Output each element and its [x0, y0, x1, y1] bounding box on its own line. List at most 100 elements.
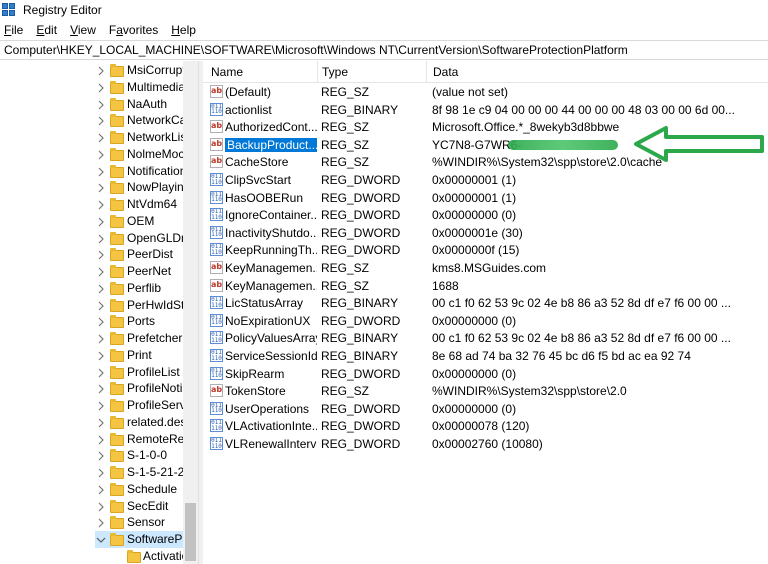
value-row[interactable]: ab KeyManagemen... REG_SZ kms8.MSGuides.com	[203, 259, 768, 277]
tree-item[interactable]: Perflib	[0, 280, 183, 297]
chevron-right-icon[interactable]	[96, 435, 106, 445]
chevron-right-icon[interactable]	[96, 250, 106, 260]
value-name-text: actionlist	[225, 102, 272, 117]
tree-item[interactable]: PerHwIdSto	[0, 297, 191, 314]
value-data: 0x00002760 (10080)	[432, 437, 543, 451]
value-row[interactable]: 011 110 HasOOBERun REG_DWORD 0x00000001 (1)	[203, 189, 768, 207]
chevron-right-icon[interactable]	[96, 234, 106, 244]
menu-view[interactable]: View	[70, 23, 96, 37]
value-row[interactable]: 011 110 SkipRearm REG_DWORD 0x00000000 (0)	[203, 365, 768, 383]
chevron-right-icon[interactable]	[96, 518, 106, 528]
value-row[interactable]: 011 110 LicStatusArray REG_BINARY 00 c1 f0 …	[203, 294, 768, 312]
chevron-right-icon[interactable]	[96, 217, 106, 227]
chevron-right-icon[interactable]	[96, 418, 106, 428]
address-bar[interactable]: Computer\HKEY_LOCAL_MACHINE\SOFTWARE\Mic…	[0, 40, 768, 60]
chevron-right-icon[interactable]	[96, 401, 106, 411]
value-row[interactable]: ab KeyManagemen... REG_SZ 1688	[203, 277, 768, 295]
tree-item[interactable]: PeerDist	[0, 246, 183, 263]
tree-item[interactable]: ProfileServi	[0, 397, 188, 414]
chevron-right-icon[interactable]	[96, 267, 106, 277]
menu-help[interactable]: Help	[171, 23, 196, 37]
chevron-right-icon[interactable]	[96, 133, 106, 143]
menu-file[interactable]: File	[4, 23, 23, 37]
column-divider[interactable]	[426, 61, 427, 83]
value-name-text: ClipSvcStart	[225, 173, 292, 187]
tree-item[interactable]: SecEdit	[0, 498, 183, 515]
chevron-right-icon[interactable]	[96, 200, 106, 210]
tree-item-label: Notification	[127, 163, 187, 178]
chevron-right-icon[interactable]	[96, 384, 106, 394]
column-header-type[interactable]: Type	[322, 65, 348, 79]
tree-item[interactable]: Sensor	[0, 514, 183, 531]
tree-item[interactable]: NetworkCa	[0, 112, 186, 129]
chevron-right-icon[interactable]	[96, 468, 106, 478]
value-row[interactable]: ab (Default) REG_SZ (value not set)	[203, 83, 768, 101]
chevron-right-icon[interactable]	[96, 167, 106, 177]
tree-item[interactable]: RemoteReg	[0, 431, 191, 448]
chevron-right-icon[interactable]	[96, 368, 106, 378]
chevron-right-icon[interactable]	[96, 317, 106, 327]
chevron-right-icon[interactable]	[96, 150, 106, 160]
value-row[interactable]: 011 110 VLActivationInte... REG_DWORD 0x000…	[203, 417, 768, 435]
value-row[interactable]: 011 110 IgnoreContainer... REG_DWORD 0x0000…	[203, 206, 768, 224]
menu-edit[interactable]: Edit	[36, 23, 57, 37]
folder-icon	[110, 164, 124, 178]
chevron-right-icon[interactable]	[96, 334, 106, 344]
chevron-right-icon[interactable]	[96, 66, 106, 76]
chevron-right-icon[interactable]	[96, 100, 106, 110]
tree-item[interactable]: Schedule	[0, 481, 183, 498]
tree-item[interactable]: NtVdm64	[0, 196, 183, 213]
tree-item[interactable]: NetworkLis	[0, 129, 186, 146]
column-header-data[interactable]: Data	[433, 65, 458, 79]
tree-item[interactable]: NowPlaying	[0, 179, 190, 196]
tree-item[interactable]: ProfileList	[0, 364, 183, 381]
tree-item[interactable]: PeerNet	[0, 263, 183, 280]
binary-value-icon: 011 110	[210, 331, 223, 345]
tree-item[interactable]: NolmeMoc	[0, 146, 184, 163]
value-row[interactable]: 011 110 ServiceSessionId REG_BINARY 8e 68 a…	[203, 347, 768, 365]
tree-item[interactable]: OEM	[0, 213, 183, 230]
tree-item[interactable]: MsiCorrupt	[0, 62, 186, 79]
value-row[interactable]: 011 110 InactivityShutdo... REG_DWORD 0x000…	[203, 224, 768, 242]
chevron-right-icon[interactable]	[96, 502, 106, 512]
value-row[interactable]: 011 110 ClipSvcStart REG_DWORD 0x00000001 (…	[203, 171, 768, 189]
tree-item[interactable]: Notification	[0, 163, 187, 180]
chevron-right-icon[interactable]	[96, 116, 106, 126]
column-divider[interactable]	[317, 61, 318, 83]
chevron-right-icon[interactable]	[96, 83, 106, 93]
tree-item[interactable]: S-1-0-0	[0, 447, 183, 464]
binary-value-icon: 011 110	[210, 313, 223, 327]
tree-item[interactable]: Prefetcher	[0, 330, 183, 347]
tree-item[interactable]: S-1-5-21-22	[0, 464, 191, 481]
chevron-right-icon[interactable]	[96, 485, 106, 495]
chevron-right-icon[interactable]	[96, 451, 106, 461]
column-header-name[interactable]: Name	[211, 65, 243, 79]
chevron-right-icon[interactable]	[96, 284, 106, 294]
chevron-right-icon[interactable]	[96, 351, 106, 361]
value-row[interactable]: 011 110 NoExpirationUX REG_DWORD 0x00000000…	[203, 312, 768, 330]
menu-favorites[interactable]: Favorites	[109, 23, 158, 37]
chevron-down-icon[interactable]	[96, 535, 106, 545]
tree-item[interactable]: Print	[0, 347, 183, 364]
value-row[interactable]: 011 110 actionlist REG_BINARY 8f 98 1e c9 0…	[203, 101, 768, 119]
chevron-right-icon[interactable]	[96, 183, 106, 193]
value-name: VLRenewalInterval	[225, 437, 317, 451]
tree-item[interactable]: SoftwarePr	[95, 531, 186, 548]
value-row[interactable]: 011 110 UserOperations REG_DWORD 0x00000000…	[203, 400, 768, 418]
tree-item[interactable]: related.desc	[0, 414, 192, 431]
tree-item[interactable]: OpenGLDri	[0, 230, 188, 247]
tree-item[interactable]: Activatio	[0, 548, 188, 564]
annotation-arrow-icon	[634, 126, 764, 162]
chevron-right-icon[interactable]	[96, 301, 106, 311]
value-row[interactable]: ab TokenStore REG_SZ %WINDIR%\System32\spp\…	[203, 382, 768, 400]
value-row[interactable]: 011 110 KeepRunningTh... REG_DWORD 0x000000…	[203, 241, 768, 259]
tree-scrollbar[interactable]	[183, 61, 198, 564]
value-row[interactable]: 011 110 VLRenewalInterval REG_DWORD 0x00002…	[203, 435, 768, 453]
tree-item[interactable]: ProfileNoti	[0, 380, 183, 397]
value-row[interactable]: 011 110 PolicyValuesArray REG_BINARY 00 c1 …	[203, 329, 768, 347]
tree-item[interactable]: Multimedia	[0, 79, 185, 96]
tree-item[interactable]: Ports	[0, 313, 183, 330]
address-path: Computer\HKEY_LOCAL_MACHINE\SOFTWARE\Mic…	[4, 43, 628, 57]
tree-scrollbar-thumb[interactable]	[185, 503, 196, 561]
tree-item[interactable]: NaAuth	[0, 96, 183, 113]
